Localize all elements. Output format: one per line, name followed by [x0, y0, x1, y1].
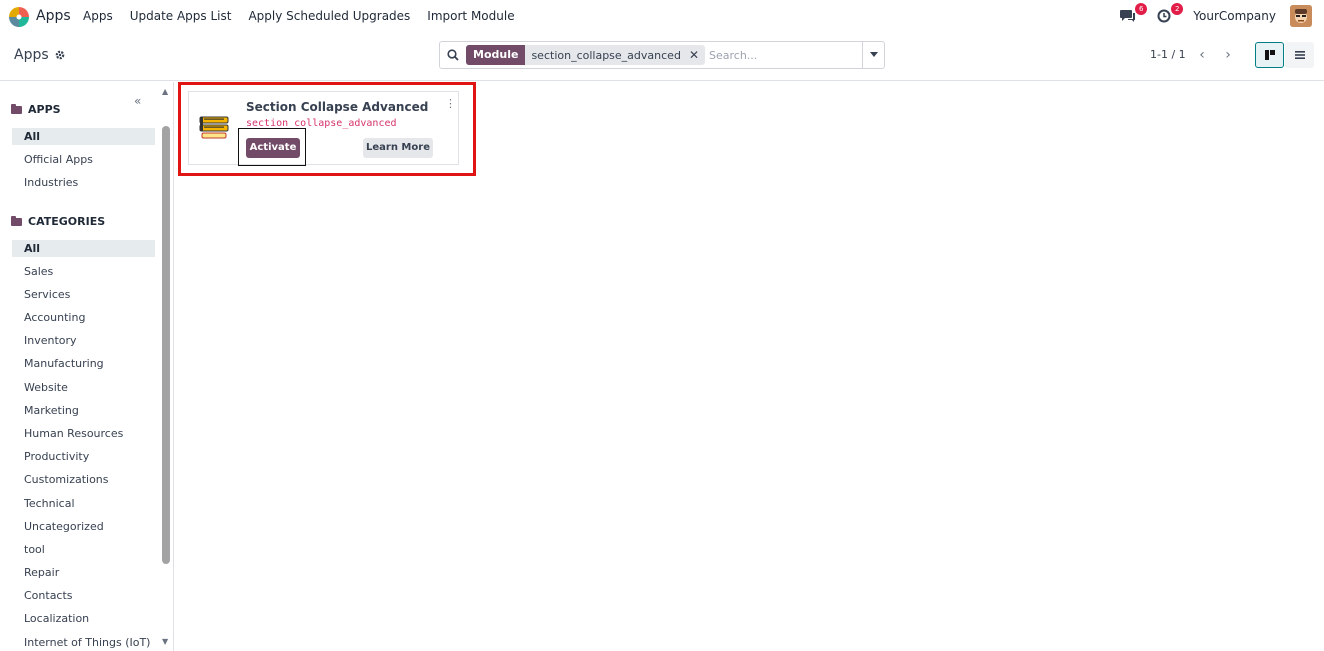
categories-section-title: CATEGORIES: [28, 215, 106, 228]
activities-button[interactable]: 2: [1153, 3, 1184, 27]
page-title: Apps: [14, 47, 49, 63]
menu-import-module[interactable]: Import Module: [427, 9, 514, 23]
category-productivity[interactable]: Productivity: [12, 448, 155, 465]
category-sales[interactable]: Sales: [12, 263, 155, 280]
category-uncategorized[interactable]: Uncategorized: [12, 518, 155, 535]
category-manufacturing[interactable]: Manufacturing: [12, 355, 155, 372]
category-repair[interactable]: Repair: [12, 564, 155, 581]
learn-more-button[interactable]: Learn More: [363, 138, 433, 158]
scroll-up-arrow-icon[interactable]: ▲: [162, 87, 168, 96]
categories-section-header: CATEGORIES: [11, 215, 105, 228]
apps-filter-all[interactable]: All: [12, 128, 155, 145]
top-menu: Apps Update Apps List Apply Scheduled Up…: [83, 9, 515, 23]
activate-focus-frame: [238, 128, 306, 166]
list-icon: [1294, 51, 1305, 59]
search-button[interactable]: [440, 42, 466, 68]
search-facet: Module section_collapse_advanced ✕: [466, 45, 705, 65]
menu-update-apps-list[interactable]: Update Apps List: [130, 9, 232, 23]
pager-value[interactable]: 1-1 / 1: [1150, 48, 1186, 61]
apps-section-header: APPS: [11, 103, 61, 116]
control-panel: Apps Module section_collapse_advanced ✕ …: [0, 33, 1324, 81]
category-technical[interactable]: Technical: [12, 495, 155, 512]
search-input[interactable]: [709, 48, 879, 62]
category-localization[interactable]: Localization: [12, 610, 155, 627]
chevron-right-icon: ›: [1225, 47, 1231, 63]
apps-filter-industries[interactable]: Industries: [12, 174, 155, 191]
facet-remove-icon[interactable]: ✕: [687, 48, 705, 62]
category-website[interactable]: Website: [12, 379, 155, 396]
module-card[interactable]: Section Collapse Advanced section_collap…: [188, 91, 459, 165]
messages-badge: 6: [1135, 3, 1148, 15]
app-switcher-icon[interactable]: [8, 6, 30, 28]
search-icon: [447, 49, 459, 61]
activities-badge: 2: [1171, 3, 1184, 15]
pager-previous-button[interactable]: ‹: [1191, 44, 1213, 66]
category-customizations[interactable]: Customizations: [12, 471, 155, 488]
avatar-icon: [1290, 5, 1312, 27]
category-marketing[interactable]: Marketing: [12, 402, 155, 419]
category-all[interactable]: All: [12, 240, 155, 257]
company-switcher[interactable]: YourCompany: [1193, 9, 1276, 23]
category-contacts[interactable]: Contacts: [12, 587, 155, 604]
app-title[interactable]: Apps: [36, 8, 71, 24]
facet-value: section_collapse_advanced: [531, 48, 681, 62]
facet-label: Module: [466, 45, 526, 65]
apps-filter-official[interactable]: Official Apps: [12, 151, 155, 168]
menu-apply-scheduled-upgrades[interactable]: Apply Scheduled Upgrades: [248, 9, 410, 23]
category-human-resources[interactable]: Human Resources: [12, 425, 155, 442]
breadcrumb: Apps: [14, 47, 65, 63]
search-bar: Module section_collapse_advanced ✕: [439, 41, 885, 69]
card-options-icon[interactable]: ⋮: [445, 98, 456, 109]
module-title: Section Collapse Advanced: [246, 100, 429, 114]
top-navbar: Apps Apps Update Apps List Apply Schedul…: [0, 0, 1324, 33]
collapse-sidebar-icon[interactable]: «: [134, 94, 141, 108]
scrollbar-thumb[interactable]: [162, 126, 170, 564]
chevron-left-icon: ‹: [1199, 47, 1205, 63]
category-tool[interactable]: tool: [12, 541, 155, 558]
pager-next-button[interactable]: ›: [1217, 44, 1239, 66]
search-panel: « APPS All Official Apps Industries CATE…: [0, 82, 174, 651]
sidebar-scrollbar[interactable]: ▲ ▼: [161, 82, 172, 651]
menu-apps[interactable]: Apps: [83, 9, 113, 23]
category-services[interactable]: Services: [12, 286, 155, 303]
folder-icon: [11, 215, 22, 226]
category-inventory[interactable]: Inventory: [12, 332, 155, 349]
apps-section-title: APPS: [28, 103, 61, 116]
clock-icon: [1157, 9, 1171, 23]
category-accounting[interactable]: Accounting: [12, 309, 155, 326]
chat-icon: [1120, 10, 1136, 22]
messages-button[interactable]: 6: [1117, 3, 1148, 27]
list-view-button[interactable]: [1285, 42, 1314, 68]
module-icon: [199, 116, 229, 139]
scroll-down-arrow-icon[interactable]: ▼: [162, 637, 168, 646]
kanban-icon: [1264, 50, 1275, 60]
navbar-systray: 6 2 YourCompany: [1117, 3, 1312, 27]
user-avatar[interactable]: [1290, 5, 1312, 27]
gear-icon[interactable]: [55, 50, 65, 60]
folder-icon: [11, 103, 22, 114]
kanban-view-button[interactable]: [1255, 42, 1284, 68]
search-options-toggle[interactable]: [862, 42, 884, 68]
category-iot[interactable]: Internet of Things (IoT): [12, 634, 155, 651]
caret-down-icon: [869, 52, 878, 57]
